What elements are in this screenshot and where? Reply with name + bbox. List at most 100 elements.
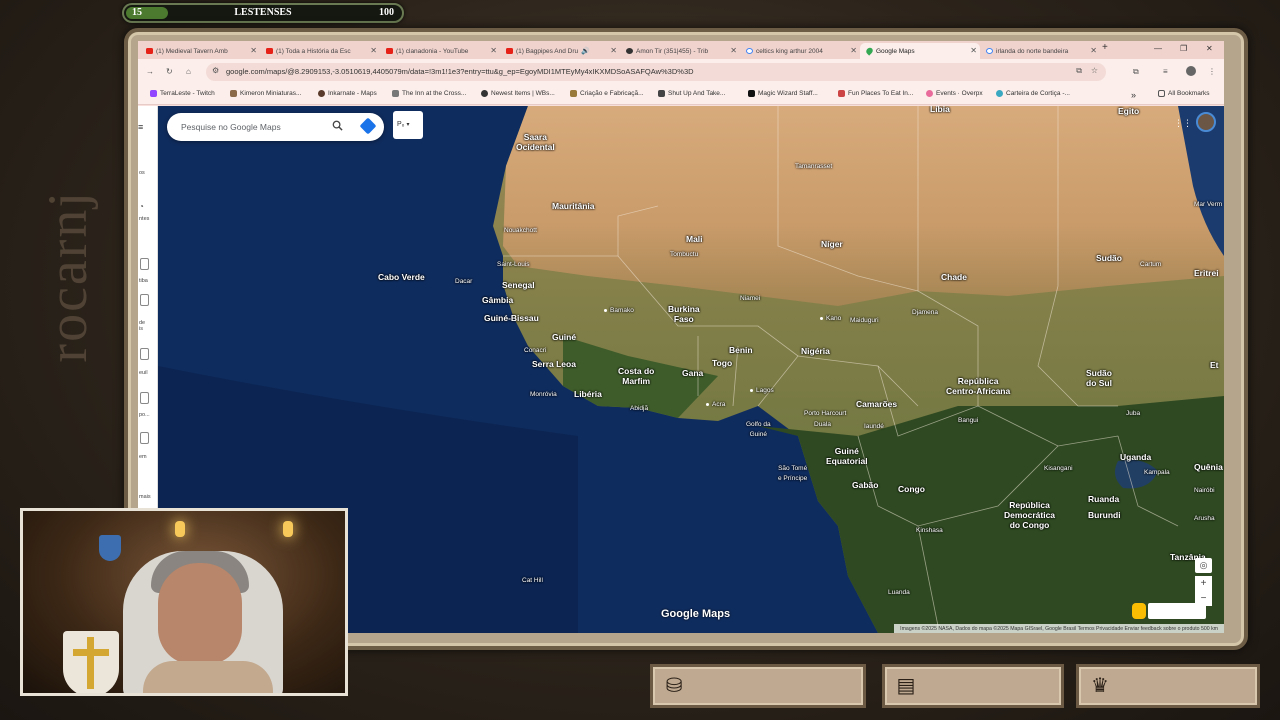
map-label-mar-vermelho[interactable]: Mar Verm <box>1194 200 1222 210</box>
map-label-niamei[interactable]: Niamei <box>740 294 760 304</box>
tab-historia[interactable]: (1) Toda a História da Esc ✕ <box>260 43 380 59</box>
map-label-gambia[interactable]: Gâmbia <box>482 295 513 305</box>
map-label-nigeria[interactable]: Nigéria <box>801 346 830 356</box>
map-label-quenia[interactable]: Quênia <box>1194 462 1223 472</box>
map-label-gana[interactable]: Gana <box>682 368 703 378</box>
map-label-bamako[interactable]: Bamako <box>604 306 634 316</box>
tab-bagpipes[interactable]: (1) Bagpipes And Dru 🔊 ✕ <box>500 43 620 59</box>
map-label-senegal[interactable]: Senegal <box>502 280 535 290</box>
bookmark-inkarnate[interactable]: Inkarnate - Maps <box>318 90 377 97</box>
more-label[interactable]: mais <box>139 494 151 500</box>
map-label-etiopia[interactable]: Et <box>1210 360 1219 370</box>
map-label-duala[interactable]: Duala <box>814 420 831 430</box>
menu-hamburger-icon[interactable]: ≡ <box>138 122 143 132</box>
apps-grid-icon[interactable]: ⋮⋮ <box>1174 118 1192 128</box>
search-icon[interactable] <box>332 120 343 131</box>
account-avatar[interactable] <box>1196 112 1216 132</box>
new-tab-button[interactable]: + <box>1102 42 1108 53</box>
saved-place-thumb[interactable] <box>140 258 149 270</box>
tab-medieval-tavern[interactable]: (1) Medieval Tavern Amb ✕ <box>140 43 260 59</box>
bookmark-star-icon[interactable]: ☆ <box>1091 66 1098 75</box>
close-icon[interactable]: ✕ <box>250 46 257 55</box>
bookmark-wizard-staff[interactable]: Magic Wizard Staff... <box>748 90 818 97</box>
map-label-tombuctu[interactable]: Tombuctu <box>670 250 698 260</box>
map-label-golfo-da-guine[interactable]: Golfo da Guiné <box>746 420 771 440</box>
map-label-rd-congo[interactable]: República Democrática do Congo <box>1004 500 1055 530</box>
map-label-dacar[interactable]: Dacar <box>455 277 472 287</box>
close-icon[interactable]: ✕ <box>370 46 377 55</box>
map-label-burkina-faso[interactable]: Burkina Faso <box>668 304 700 324</box>
zoom-in-button[interactable]: + <box>1195 576 1212 591</box>
map-label-abidja[interactable]: Abidjã <box>630 404 648 414</box>
close-icon[interactable]: ✕ <box>970 46 977 55</box>
map-label-ruanda[interactable]: Ruanda <box>1088 494 1119 504</box>
reload-icon[interactable]: ↻ <box>166 67 173 76</box>
map-label-saara-ocidental[interactable]: Saara Ocidental <box>516 132 555 152</box>
install-icon[interactable]: ⧉ <box>1076 66 1082 76</box>
map-label-cabo-verde[interactable]: Cabo Verde <box>378 272 425 282</box>
tab-google-maps[interactable]: Google Maps ✕ <box>860 43 980 59</box>
map-label-gabao[interactable]: Gabão <box>852 480 878 490</box>
map-label-saint-louis[interactable]: Saint-Louis <box>497 260 530 270</box>
directions-icon[interactable] <box>359 117 377 135</box>
map-label-nouakchott[interactable]: Nouakchott <box>504 226 537 236</box>
map-label-egito[interactable]: Egito <box>1118 106 1139 116</box>
map-label-burundi[interactable]: Burundi <box>1088 510 1121 520</box>
pegman-icon[interactable] <box>1132 603 1146 619</box>
map-label-iaunde[interactable]: Iaundé <box>864 422 884 432</box>
map-label-juba[interactable]: Juba <box>1126 409 1140 419</box>
map-label-sudao[interactable]: Sudão <box>1096 253 1122 263</box>
all-bookmarks-button[interactable]: All Bookmarks <box>1158 90 1210 97</box>
map-label-sudao-do-sul[interactable]: Sudão do Sul <box>1086 368 1112 388</box>
map-label-mauritania[interactable]: Mauritânia <box>552 201 595 211</box>
map-label-libia[interactable]: Líbia <box>930 106 950 114</box>
profile-avatar[interactable] <box>1186 66 1196 76</box>
close-icon[interactable]: ✕ <box>730 46 737 55</box>
home-icon[interactable]: ⌂ <box>186 67 191 76</box>
site-info-icon[interactable]: ⚙ <box>212 66 219 75</box>
back-icon[interactable]: → <box>146 67 154 76</box>
close-icon[interactable]: ✕ <box>610 46 617 55</box>
map-label-mali[interactable]: Mali <box>686 234 703 244</box>
map-label-acra[interactable]: Acra <box>706 400 725 410</box>
address-bar[interactable]: ⚙ google.com/maps/@8.2909153,-3.0510619,… <box>206 63 1106 81</box>
close-icon[interactable]: ✕ <box>490 46 497 55</box>
menu-kebab-icon[interactable]: ⋮ <box>1208 67 1216 76</box>
map-label-niger[interactable]: Níger <box>821 239 843 249</box>
map-label-guine[interactable]: Guiné <box>552 332 576 342</box>
map-label-kinshasa[interactable]: Kinshasa <box>916 526 943 536</box>
map-label-chade[interactable]: Chade <box>941 272 967 282</box>
map-label-nairobi[interactable]: Nairóbi <box>1194 486 1215 496</box>
map-label-lagos[interactable]: Lagos <box>750 386 774 396</box>
map-label-camaroes[interactable]: Camarões <box>856 399 897 409</box>
map-label-bangui[interactable]: Bangui <box>958 416 978 426</box>
bookmark-inn[interactable]: The Inn at the Cross... <box>392 90 466 97</box>
map-label-kano[interactable]: Kano <box>820 314 841 324</box>
bookmarks-overflow-button[interactable]: » <box>1131 90 1136 100</box>
bookmark-shut-up[interactable]: Shut Up And Take... <box>658 90 725 97</box>
map-label-porto-harcourt[interactable]: Porto Harcourt <box>804 409 846 419</box>
map-label-tamanrasset[interactable]: Tamanrasset <box>795 162 832 172</box>
saved-place-thumb[interactable] <box>140 392 149 404</box>
map-label-costa-do-marfim[interactable]: Costa do Marfim <box>618 366 654 386</box>
bookmark-criacao[interactable]: Criação e Fabricaçã... <box>570 90 644 97</box>
layer-thumbnails[interactable] <box>1148 603 1206 619</box>
map-label-guine-equatorial[interactable]: Guiné Equatorial <box>826 446 868 466</box>
map-label-eritreia[interactable]: Eritrei <box>1194 268 1219 278</box>
map-label-cartum[interactable]: Cartum <box>1140 260 1161 270</box>
bookmark-events[interactable]: Events · Overpx <box>926 90 983 97</box>
tab-amon-tir[interactable]: Amon Tir (351|455) - Trib ✕ <box>620 43 740 59</box>
map-label-guine-bissau[interactable]: Guiné-Bissau <box>484 313 539 323</box>
saved-place-thumb[interactable] <box>140 294 149 306</box>
map-label-maiduguri[interactable]: Maiduguri <box>850 316 879 326</box>
saved-place-thumb[interactable] <box>140 348 149 360</box>
maps-search-box[interactable]: Pesquise no Google Maps <box>167 113 384 141</box>
map-label-cat-hill[interactable]: Cat Hill <box>522 576 543 586</box>
bookmark-terraleste[interactable]: TerraLeste - Twitch <box>150 90 215 97</box>
map-label-arusha[interactable]: Arusha <box>1194 514 1215 524</box>
map-label-togo[interactable]: Togo <box>712 358 732 368</box>
my-location-icon[interactable]: ◎ <box>1195 558 1212 573</box>
map-label-conacri[interactable]: Conacri <box>524 346 546 356</box>
window-close-icon[interactable]: ✕ <box>1206 44 1213 53</box>
map-label-djamena[interactable]: Djamena <box>912 308 938 318</box>
